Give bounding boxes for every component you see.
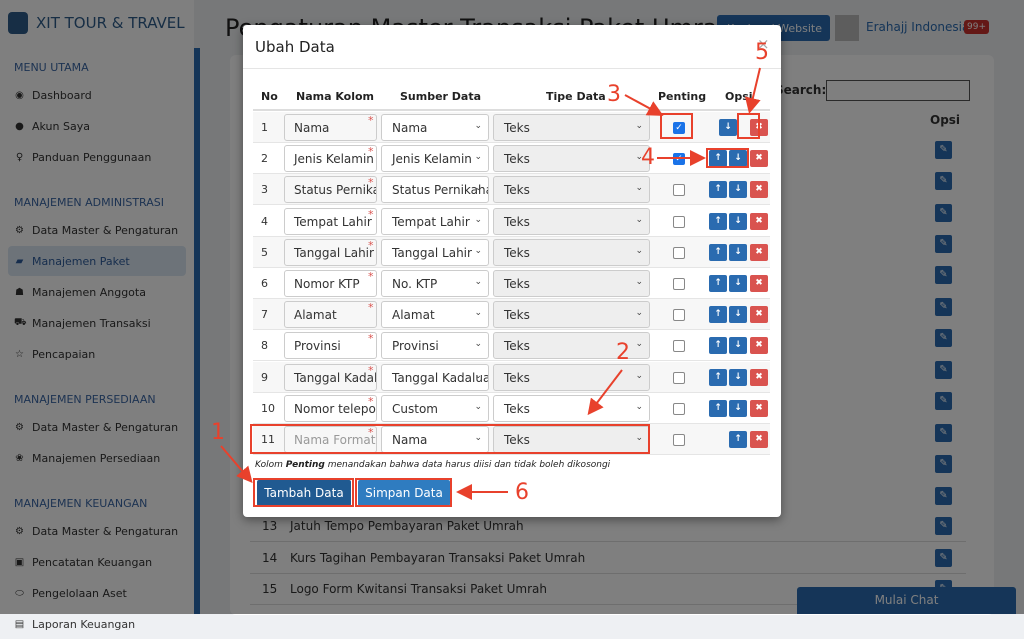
arrow-5: [744, 67, 761, 114]
arrow-3: [624, 94, 664, 116]
annotation-arrows: [220, 67, 761, 500]
arrow-2: [587, 369, 623, 416]
sidebar-item-label: Laporan Keuangan: [32, 617, 136, 631]
report-icon: ▤: [14, 618, 25, 630]
arrow-1: [220, 445, 253, 484]
